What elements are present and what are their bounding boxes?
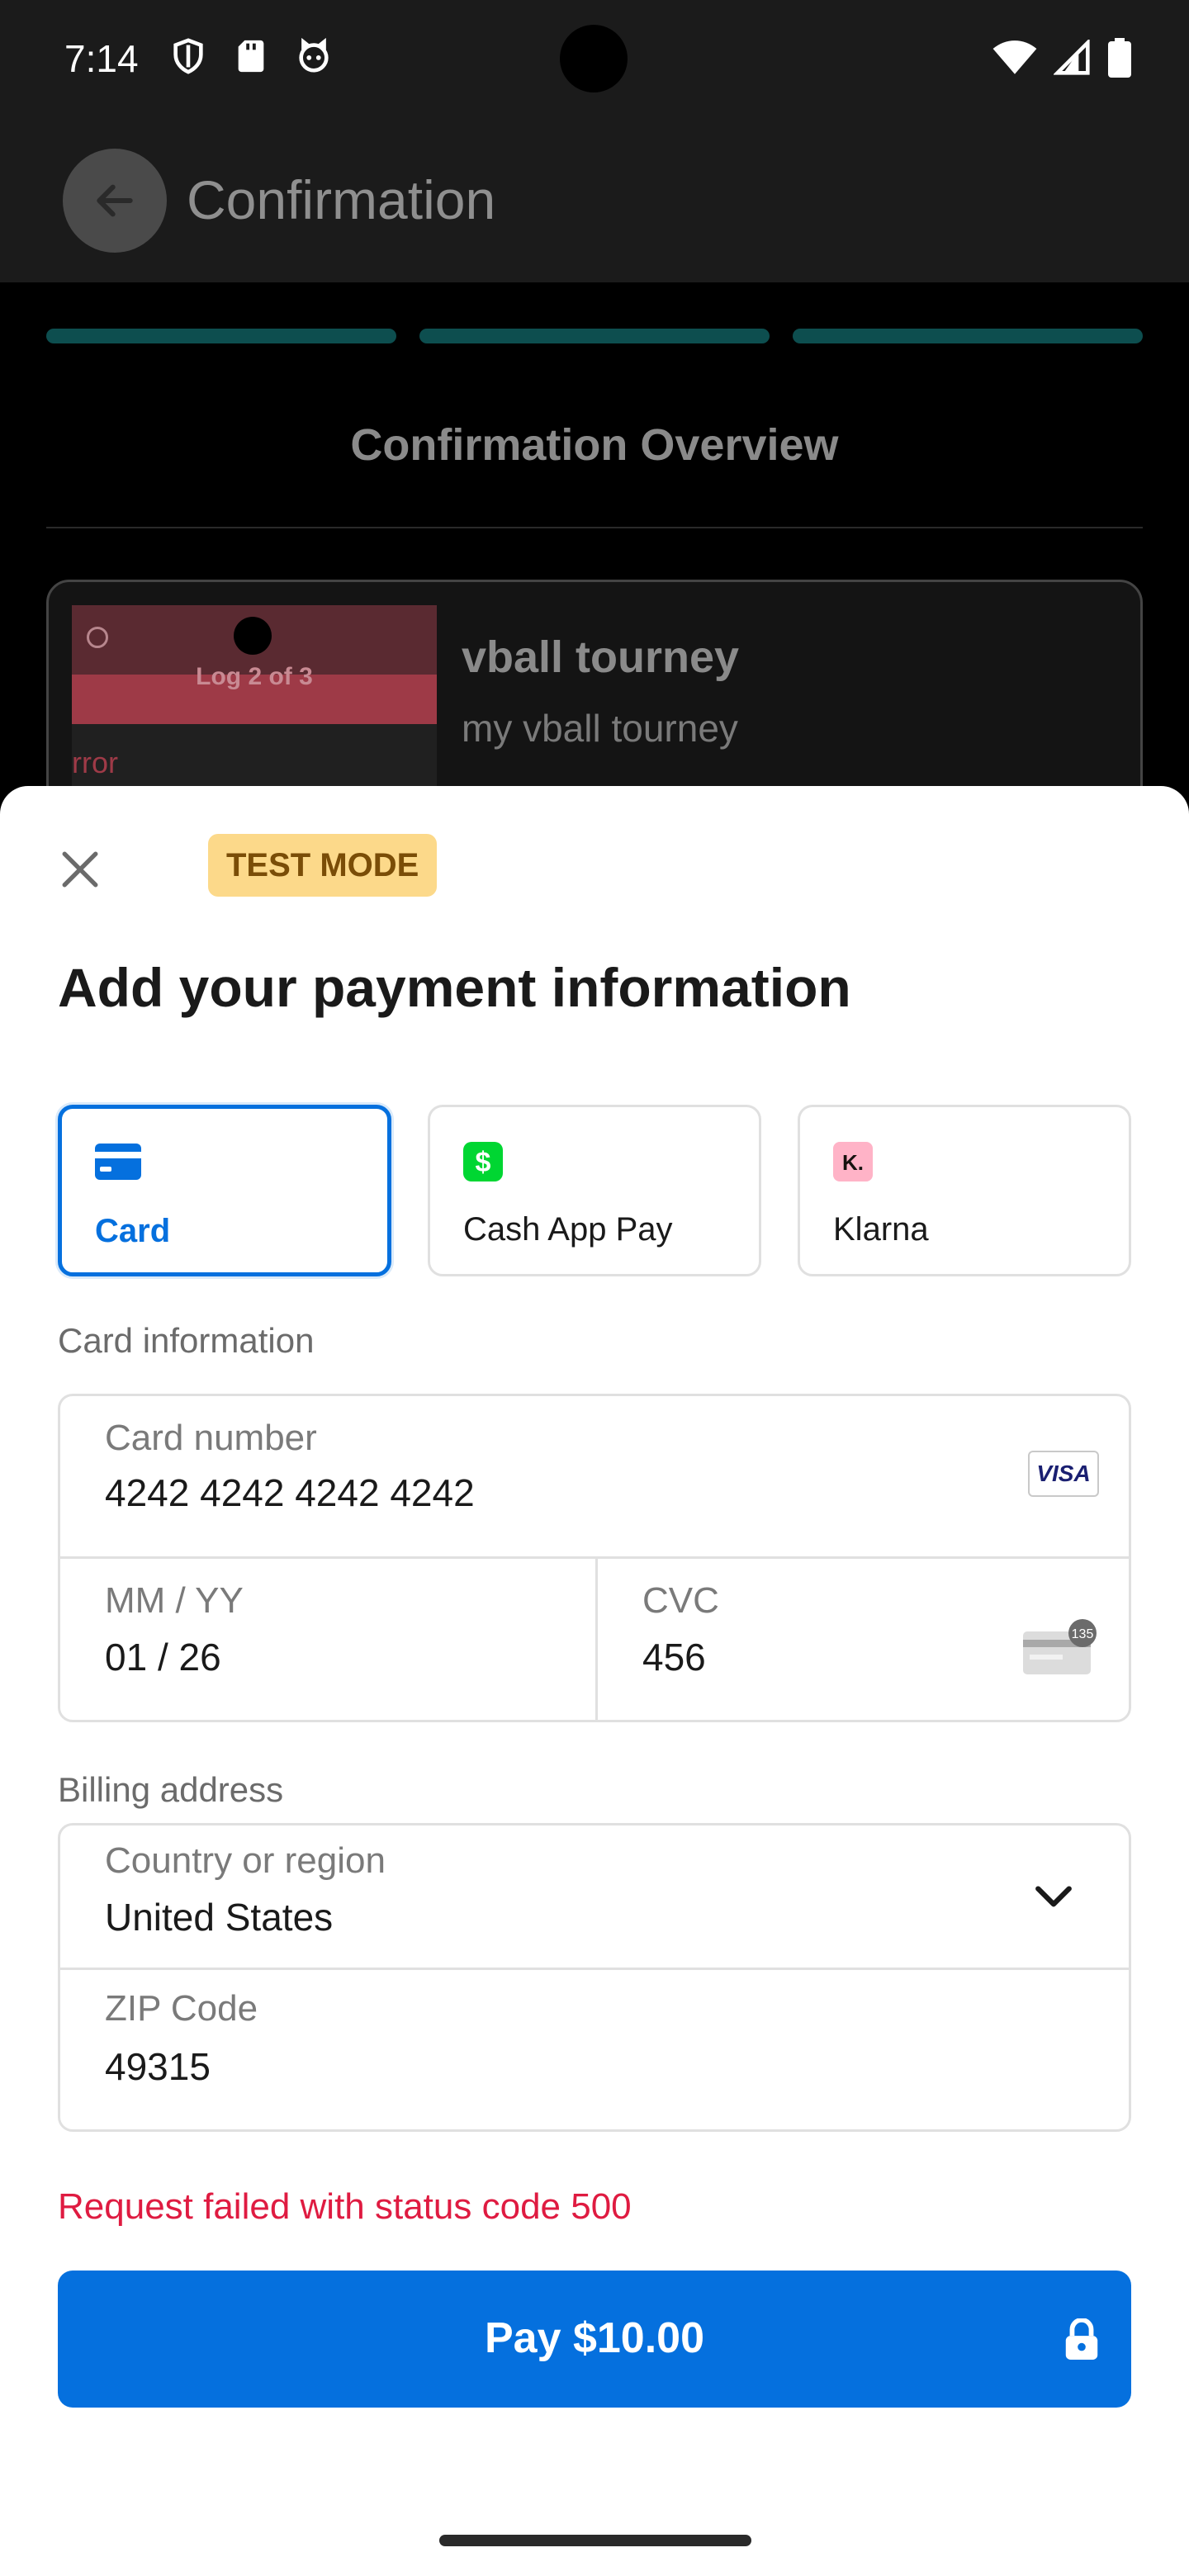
klarna-icon: K. bbox=[833, 1142, 873, 1181]
test-mode-badge: TEST MODE bbox=[208, 834, 438, 897]
cat-icon bbox=[299, 37, 329, 73]
status-bar: 7:14 bbox=[0, 0, 1189, 119]
card-info-label: Card information bbox=[58, 1321, 315, 1360]
expiry-label: MM / YY bbox=[105, 1580, 244, 1621]
card-info-group: Card number 4242 4242 4242 4242 VISA MM … bbox=[58, 1394, 1131, 1722]
tab-cash-app-pay[interactable]: $ Cash App Pay bbox=[428, 1105, 761, 1276]
payment-sheet: TEST MODE Add your payment information C… bbox=[0, 786, 1189, 2576]
tab-card-label: Card bbox=[95, 1213, 171, 1249]
progress-step-1 bbox=[46, 329, 396, 343]
back-button[interactable] bbox=[63, 149, 167, 253]
overview-title: Confirmation Overview bbox=[350, 420, 839, 470]
payment-error-message: Request failed with status code 500 bbox=[58, 2186, 632, 2227]
close-button[interactable] bbox=[51, 841, 109, 898]
cvc-field[interactable]: CVC 456 135 bbox=[598, 1559, 1129, 1720]
status-system-icons bbox=[992, 38, 1131, 78]
event-subtitle: my vball tourney bbox=[462, 707, 738, 750]
country-select[interactable]: Country or region United States bbox=[60, 1825, 1129, 1969]
card-number-field[interactable]: Card number 4242 4242 4242 4242 VISA bbox=[60, 1396, 1129, 1558]
thumbnail-error-text: rror bbox=[72, 746, 118, 779]
card-number-label: Card number bbox=[105, 1418, 317, 1458]
cash-app-icon: $ bbox=[463, 1142, 503, 1181]
chevron-down-icon bbox=[1035, 1886, 1072, 1907]
cvc-label: CVC bbox=[642, 1580, 719, 1621]
credit-card-icon bbox=[95, 1144, 141, 1180]
tab-klarna[interactable]: K. Klarna bbox=[798, 1105, 1131, 1276]
cvc-badge: 135 bbox=[1072, 1627, 1094, 1641]
pay-button-label: Pay $10.00 bbox=[484, 2314, 705, 2362]
home-indicator[interactable] bbox=[439, 2535, 751, 2546]
arrow-back-icon bbox=[97, 184, 133, 217]
svg-text:K.: K. bbox=[842, 1150, 864, 1175]
thumbnail-caption: Log 2 of 3 bbox=[196, 663, 313, 690]
status-notification-icons bbox=[169, 36, 333, 76]
expiry-field[interactable]: MM / YY 01 / 26 bbox=[60, 1559, 595, 1720]
confirmation-content: Confirmation Overview Log 2 of 3 rror vb… bbox=[0, 282, 1189, 827]
visa-logo-icon: VISA bbox=[1028, 1451, 1099, 1497]
close-icon bbox=[62, 851, 98, 888]
svg-text:$: $ bbox=[476, 1147, 491, 1178]
zip-code-value: 49315 bbox=[105, 2045, 211, 2088]
thumbnail-camera-dot bbox=[234, 617, 272, 655]
cvc-value: 456 bbox=[642, 1636, 706, 1679]
expiry-value: 01 / 26 bbox=[105, 1636, 221, 1679]
page-title: Confirmation bbox=[187, 169, 496, 230]
country-label: Country or region bbox=[105, 1840, 386, 1881]
zip-code-field[interactable]: ZIP Code 49315 bbox=[60, 1970, 1129, 2129]
card-number-value: 4242 4242 4242 4242 bbox=[105, 1471, 475, 1514]
app-bar: Confirmation bbox=[0, 119, 1189, 282]
zip-code-label: ZIP Code bbox=[105, 1988, 258, 2029]
billing-address-group: Country or region United States ZIP Code… bbox=[58, 1823, 1131, 2132]
lock-icon bbox=[1065, 2318, 1098, 2360]
event-title: vball tourney bbox=[462, 632, 740, 682]
camera-cutout bbox=[560, 25, 628, 92]
progress-step-3 bbox=[793, 329, 1143, 343]
tab-cash-app-label: Cash App Pay bbox=[463, 1211, 673, 1248]
cellular-signal-icon bbox=[1054, 40, 1090, 75]
billing-address-label: Billing address bbox=[58, 1770, 284, 1809]
progress-step-2 bbox=[419, 329, 770, 343]
battery-icon bbox=[1108, 38, 1131, 78]
tab-klarna-label: Klarna bbox=[833, 1211, 929, 1248]
pay-button[interactable]: Pay $10.00 bbox=[58, 2271, 1131, 2408]
wifi-icon bbox=[992, 40, 1037, 74]
cvc-card-icon: 135 bbox=[1023, 1619, 1097, 1674]
divider bbox=[46, 527, 1143, 528]
thumbnail-cat-icon bbox=[87, 627, 108, 648]
country-value: United States bbox=[105, 1896, 334, 1939]
sheet-title: Add your payment information bbox=[58, 957, 851, 1018]
sd-card-icon bbox=[238, 40, 264, 73]
status-time: 7:14 bbox=[64, 37, 139, 80]
tab-card[interactable]: Card bbox=[58, 1105, 391, 1276]
shield-icon bbox=[173, 38, 203, 74]
payment-method-tabs: Card $ Cash App Pay K. Klarna bbox=[58, 1105, 1131, 1276]
